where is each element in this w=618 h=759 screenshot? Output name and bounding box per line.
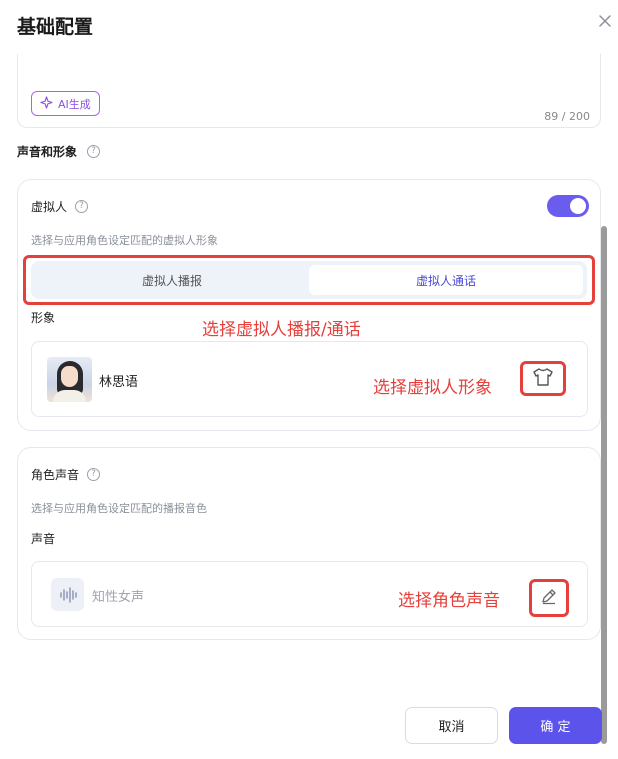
virtual-human-title-text: 虚拟人: [31, 200, 68, 214]
role-voice-subtitle: 选择与应用角色设定匹配的播报音色: [31, 502, 207, 515]
close-icon[interactable]: [597, 13, 613, 29]
description-card: AI生成 89 / 200: [17, 54, 601, 128]
tab-virtual-call[interactable]: 虚拟人通话: [309, 265, 583, 295]
role-voice-card: 角色声音 ? 选择与应用角色设定匹配的播报音色 声音 知性女声 选择角色声音: [17, 447, 601, 640]
voice-label: 声音: [31, 532, 56, 546]
virtual-human-toggle[interactable]: [547, 195, 589, 217]
edit-voice-button[interactable]: [529, 579, 569, 617]
pencil-icon: [540, 587, 558, 609]
mode-segmented-control: 虚拟人播报 虚拟人通话: [31, 261, 587, 299]
ai-generate-button[interactable]: AI生成: [31, 91, 100, 116]
person-name: 林思语: [99, 375, 139, 390]
help-icon[interactable]: ?: [75, 200, 89, 213]
annotation-voice: 选择角色声音: [398, 591, 500, 611]
voice-name: 知性女声: [92, 590, 145, 605]
shirt-icon: [532, 367, 554, 391]
char-counter: 89 / 200: [544, 110, 590, 123]
help-icon[interactable]: ?: [87, 145, 101, 158]
help-icon[interactable]: ?: [87, 468, 101, 481]
virtual-human-title: 虚拟人 ?: [31, 198, 89, 215]
waveform-icon: [51, 578, 84, 611]
appearance-label: 形象: [31, 311, 56, 325]
select-appearance-button[interactable]: [520, 361, 566, 396]
section-label: 声音和形象 ?: [17, 143, 101, 160]
scrollbar[interactable]: [601, 226, 607, 744]
annotation-appearance: 选择虚拟人形象: [373, 378, 492, 398]
tab-virtual-broadcast[interactable]: 虚拟人播报: [35, 265, 309, 295]
appearance-box: 林思语 选择虚拟人形象: [31, 341, 588, 417]
role-voice-title: 角色声音 ?: [31, 466, 101, 483]
cancel-button[interactable]: 取消: [405, 707, 498, 744]
sparkle-icon: [40, 95, 53, 112]
voice-box: 知性女声 选择角色声音: [31, 561, 588, 627]
role-voice-title-text: 角色声音: [31, 468, 80, 482]
ai-generate-label: AI生成: [58, 97, 91, 111]
confirm-button[interactable]: 确 定: [509, 707, 602, 744]
section-label-text: 声音和形象: [17, 145, 78, 159]
annotation-tabs: 选择虚拟人播报/通话: [202, 320, 361, 340]
dialog-title: 基础配置: [17, 16, 94, 38]
virtual-human-card: 虚拟人 ? 选择与应用角色设定匹配的虚拟人形象 虚拟人播报 虚拟人通话 形象 选…: [17, 179, 601, 431]
avatar: [47, 357, 92, 402]
basic-config-dialog: 基础配置 AI生成 89 / 200 声音和形象 ? 虚拟人 ? 选择与应用角色…: [0, 0, 618, 759]
virtual-human-subtitle: 选择与应用角色设定匹配的虚拟人形象: [31, 234, 218, 247]
